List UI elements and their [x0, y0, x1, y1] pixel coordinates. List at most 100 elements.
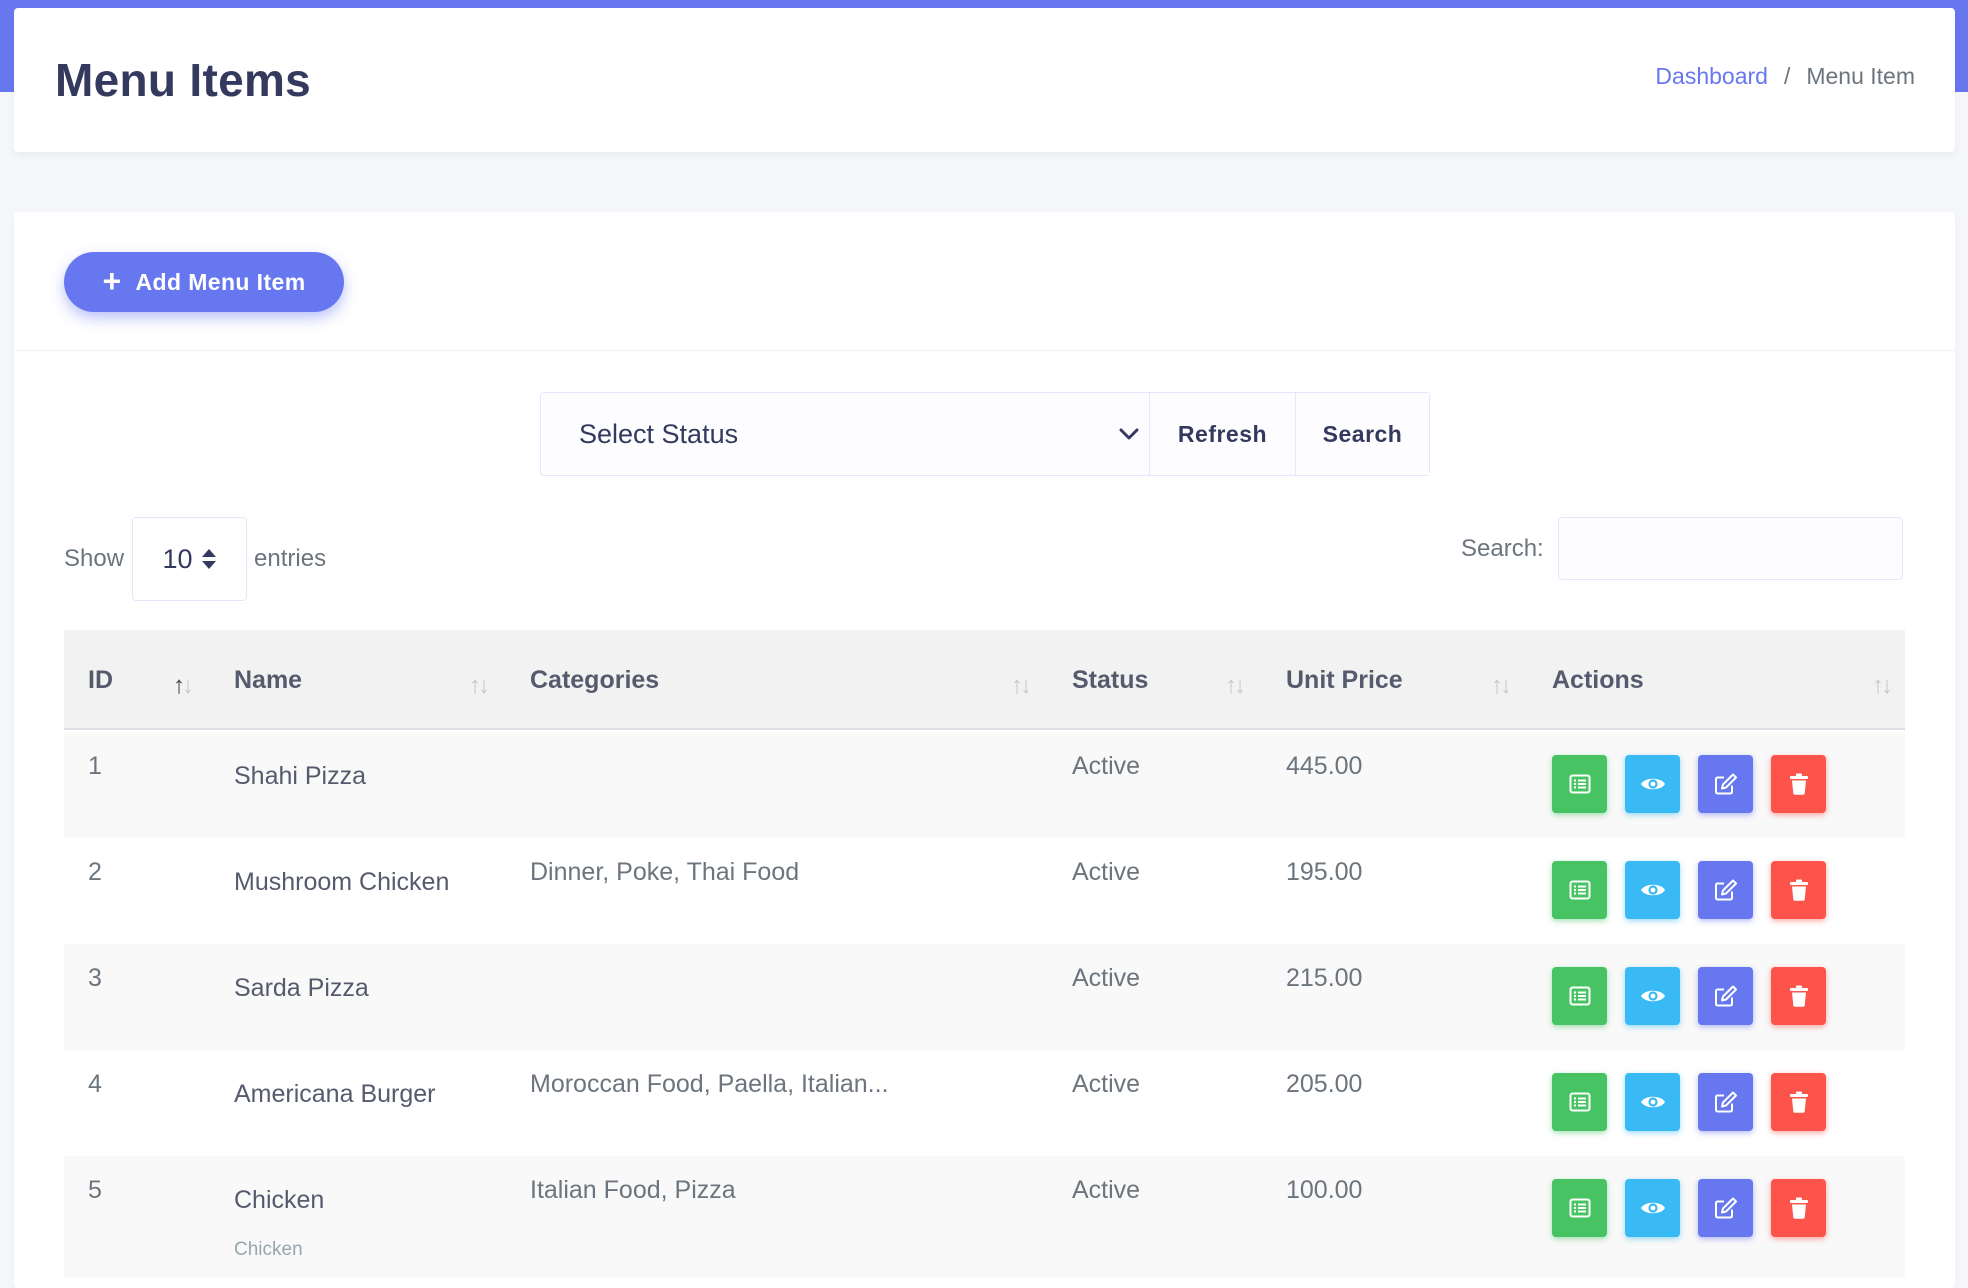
table-row: 5 Chicken Italian Food, Pizza Active 100.00 C… [64, 1156, 1905, 1278]
delete-button[interactable] [1771, 755, 1826, 813]
edit-button[interactable] [1698, 861, 1753, 919]
column-header-name[interactable]: Name [234, 630, 302, 730]
cell-status: Active [1072, 1070, 1141, 1098]
edit-icon [1714, 984, 1738, 1008]
edit-icon [1714, 878, 1738, 902]
view-button[interactable] [1625, 755, 1680, 813]
edit-button[interactable] [1698, 755, 1753, 813]
sort-icon: ↑↓ [1225, 672, 1246, 699]
delete-button[interactable] [1771, 1179, 1826, 1237]
edit-button[interactable] [1698, 967, 1753, 1025]
plus-icon: + [102, 262, 122, 299]
column-header-categories[interactable]: Categories [530, 630, 659, 730]
chevron-down-icon [1117, 422, 1141, 446]
row-actions [1552, 967, 1826, 1025]
delete-button[interactable] [1771, 1073, 1826, 1131]
column-header-id[interactable]: ID [88, 630, 113, 730]
eye-icon [1640, 1199, 1666, 1217]
menu-items-table: ID ↑↓ Name ↑↓ Categories ↑↓ Status ↑↓ Un… [64, 630, 1905, 1278]
eye-icon [1640, 987, 1666, 1005]
entries-label: entries [254, 545, 327, 572]
view-button[interactable] [1625, 1073, 1680, 1131]
table-row: 1 Shahi Pizza Active 445.00 [64, 732, 1905, 838]
column-header-label: Actions [1552, 665, 1644, 694]
trash-icon [1789, 1091, 1809, 1113]
breadcrumb-current: Menu Item [1806, 62, 1915, 89]
column-header-label: Categories [530, 665, 660, 694]
view-button[interactable] [1625, 1179, 1680, 1237]
view-button[interactable] [1625, 861, 1680, 919]
table-row: 3 Sarda Pizza Active 215.00 [64, 944, 1905, 1050]
list-icon [1569, 774, 1591, 794]
delete-button[interactable] [1771, 861, 1826, 919]
cell-categories: Italian Food, Pizza [530, 1176, 736, 1204]
section-header: Menu Items Dashboard / Menu Item [14, 8, 1955, 152]
column-header-label: Status [1072, 665, 1149, 694]
trash-icon [1789, 985, 1809, 1007]
cell-categories: Dinner, Poke, Thai Food [530, 858, 800, 886]
cell-id: 1 [88, 752, 102, 780]
cell-status: Active [1072, 1176, 1141, 1204]
trash-icon [1789, 773, 1809, 795]
eye-icon [1640, 881, 1666, 899]
details-button[interactable] [1552, 1179, 1607, 1237]
cell-name: Sarda Pizza [234, 974, 369, 1002]
edit-button[interactable] [1698, 1179, 1753, 1237]
search-button[interactable]: Search [1296, 393, 1429, 475]
edit-button[interactable] [1698, 1073, 1753, 1131]
edit-icon [1714, 1090, 1738, 1114]
column-header-unit-price[interactable]: Unit Price [1286, 630, 1403, 730]
details-button[interactable] [1552, 755, 1607, 813]
column-header-label: Name [234, 665, 303, 694]
eye-icon [1640, 775, 1666, 793]
table-row: 4 Americana Burger Moroccan Food, Paella, … [64, 1050, 1905, 1156]
column-header-actions[interactable]: Actions [1552, 630, 1644, 730]
page-title: Menu Items [55, 54, 312, 106]
sort-icon: ↑↓ [1872, 672, 1893, 699]
edit-icon [1714, 772, 1738, 796]
cell-unit-price: 100.00 [1286, 1176, 1363, 1204]
entries-length-value: 10 [162, 543, 193, 574]
breadcrumb-dashboard-link[interactable]: Dashboard [1655, 63, 1768, 90]
cell-unit-price: 195.00 [1286, 858, 1363, 886]
breadcrumb: Dashboard / Menu Item [1655, 63, 1915, 90]
details-button[interactable] [1552, 1073, 1607, 1131]
refresh-button[interactable]: Refresh [1150, 393, 1296, 475]
entries-length-select[interactable]: 10 [132, 517, 248, 601]
sort-updown-icon [201, 548, 217, 570]
add-menu-item-label: Add Menu Item [135, 268, 306, 295]
status-select[interactable]: Select Status [541, 393, 1150, 475]
cell-id: 5 [88, 1176, 102, 1204]
card-header: + Add Menu Item [14, 212, 1955, 351]
eye-icon [1640, 1093, 1666, 1111]
row-actions [1552, 1073, 1826, 1131]
sort-icon: ↑↓ [1491, 672, 1512, 699]
entries-length-control: Show 10 entries [64, 517, 326, 601]
column-header-status[interactable]: Status [1072, 630, 1148, 730]
add-menu-item-button[interactable]: + Add Menu Item [64, 252, 344, 312]
menu-items-card: + Add Menu Item Select Status Refresh Se… [14, 212, 1955, 1288]
row-actions [1552, 755, 1826, 813]
column-header-label: ID [88, 665, 113, 694]
cell-name: Mushroom Chicken [234, 868, 450, 896]
cell-unit-price: 215.00 [1286, 964, 1363, 992]
cell-name: Americana Burger [234, 1080, 436, 1108]
cell-categories: Moroccan Food, Paella, Italian... [530, 1070, 889, 1098]
row-actions [1552, 1179, 1826, 1237]
details-button[interactable] [1552, 967, 1607, 1025]
cell-status: Active [1072, 858, 1141, 886]
table-search: Search: [1461, 517, 1903, 580]
cell-id: 4 [88, 1070, 102, 1098]
details-button[interactable] [1552, 861, 1607, 919]
cell-status: Active [1072, 752, 1141, 780]
view-button[interactable] [1625, 967, 1680, 1025]
row-actions [1552, 861, 1826, 919]
search-input[interactable] [1557, 517, 1903, 580]
cell-unit-price: 445.00 [1286, 752, 1363, 780]
sort-icon: ↑↓ [173, 672, 194, 699]
delete-button[interactable] [1771, 967, 1826, 1025]
cell-status: Active [1072, 964, 1141, 992]
search-label: Search: [1461, 534, 1544, 562]
status-select-value: Select Status [579, 418, 739, 449]
sort-icon: ↑↓ [469, 672, 490, 699]
